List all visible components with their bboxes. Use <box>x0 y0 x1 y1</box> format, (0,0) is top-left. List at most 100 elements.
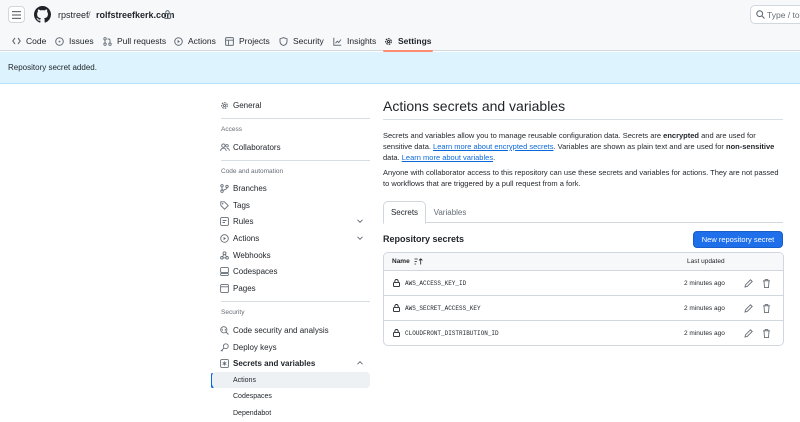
asterisk-icon <box>220 358 229 368</box>
column-name[interactable]: Name <box>392 258 423 265</box>
text: data. <box>383 153 402 162</box>
search-placeholder: Type / to <box>767 10 800 20</box>
pull-request-icon <box>103 36 112 46</box>
tab-label: Pull requests <box>117 36 167 46</box>
codescan-icon <box>220 325 229 335</box>
sidebar-item-code-security[interactable]: Code security and analysis <box>212 322 370 338</box>
issue-icon <box>55 36 64 46</box>
browser-icon <box>220 283 229 293</box>
secret-updated: 2 minutes ago <box>684 305 725 312</box>
app-header: rpstreef / rolfstreefkerk.com Type / to … <box>0 0 800 52</box>
shield-icon <box>279 36 288 46</box>
learn-more-secrets-link[interactable]: Learn more about encrypted secrets <box>433 142 553 151</box>
new-repository-secret-button[interactable]: New repository secret <box>693 231 783 248</box>
lock-icon <box>164 10 171 19</box>
sidebar-item-label: Secrets and variables <box>233 358 316 368</box>
branch-icon <box>220 183 229 193</box>
github-logo-icon[interactable] <box>34 6 51 23</box>
sidebar-divider <box>221 301 370 302</box>
sidebar-heading-security: Security <box>221 309 245 316</box>
bold-text: encrypted <box>663 131 700 140</box>
owner-link[interactable]: rpstreef <box>58 10 89 20</box>
table-row: AWS_ACCESS_KEY_ID 2 minutes ago <box>384 271 783 296</box>
sidebar-item-label: Pages <box>233 283 256 293</box>
sidebar-item-rules[interactable]: Rules <box>212 213 370 229</box>
sidebar-item-tags[interactable]: Tags <box>212 197 370 213</box>
sort-icon <box>414 258 423 265</box>
tab-label: Security <box>293 36 324 46</box>
sidebar-item-label: Webhooks <box>233 250 271 260</box>
secret-updated: 2 minutes ago <box>684 280 725 287</box>
tab-label: Insights <box>347 36 377 46</box>
sidebar-item-secrets-variables[interactable]: Secrets and variables <box>212 355 370 371</box>
sidebar-item-deploy-keys[interactable]: Deploy keys <box>212 339 370 355</box>
chevron-down-icon <box>357 219 363 224</box>
key-icon <box>220 342 229 352</box>
tab-projects[interactable]: Projects <box>225 31 270 51</box>
learn-more-variables-link[interactable]: Learn more about variables <box>402 153 493 162</box>
pencil-icon[interactable] <box>743 303 754 314</box>
search-input[interactable]: Type / to <box>750 5 800 24</box>
breadcrumb-separator: / <box>88 10 91 20</box>
sidebar-item-branches[interactable]: Branches <box>212 180 370 196</box>
tab-actions[interactable]: Actions <box>174 31 216 51</box>
trash-icon[interactable] <box>761 278 772 289</box>
rules-icon <box>220 216 229 226</box>
sidebar-subitem-actions[interactable]: Actions <box>212 372 370 388</box>
secret-name: CLOUDFRONT_DISTRIBUTION_ID <box>405 330 499 337</box>
hamburger-icon <box>12 10 21 19</box>
sidebar-subitem-dependabot[interactable]: Dependabot <box>212 405 370 421</box>
tab-label: Issues <box>69 36 94 46</box>
secret-name: AWS_SECRET_ACCESS_KEY <box>405 305 481 312</box>
chevron-up-icon <box>357 360 363 365</box>
tab-security[interactable]: Security <box>279 31 324 51</box>
tab-secrets[interactable]: Secrets <box>383 201 426 224</box>
tab-label: Projects <box>239 36 270 46</box>
sidebar-item-label: Branches <box>233 183 267 193</box>
search-icon <box>756 10 765 19</box>
tab-variables[interactable]: Variables <box>433 201 467 224</box>
sidebar-divider <box>221 118 370 119</box>
sidebar-item-pages[interactable]: Pages <box>212 280 370 296</box>
sidebar-item-collaborators[interactable]: Collaborators <box>212 139 370 155</box>
text: Secrets and variables allow you to manag… <box>383 131 664 140</box>
pencil-icon[interactable] <box>743 328 754 339</box>
column-last-updated: Last updated <box>687 258 725 265</box>
repo-link[interactable]: rolfstreefkerk.com <box>96 10 175 20</box>
codespaces-icon <box>220 266 229 276</box>
sidebar-item-label: Codespaces <box>233 266 278 276</box>
sidebar-item-label: Rules <box>233 216 254 226</box>
flash-message: Repository secret added. <box>8 63 97 72</box>
sidebar-divider <box>221 160 370 161</box>
sidebar-item-actions[interactable]: Actions <box>212 230 370 246</box>
graph-icon <box>333 37 342 46</box>
sidebar-item-webhooks[interactable]: Webhooks <box>212 247 370 263</box>
trash-icon[interactable] <box>761 328 772 339</box>
secrets-variables-tabs: Secrets Variables <box>383 201 783 224</box>
sidebar-item-label: General <box>233 100 262 110</box>
repo-nav: Code Issues Pull requests Actions Projec… <box>0 31 800 52</box>
pencil-icon[interactable] <box>743 278 754 289</box>
tab-label: Settings <box>398 36 432 46</box>
tab-pull-requests[interactable]: Pull requests <box>103 31 166 51</box>
sidebar-item-codespaces[interactable]: Codespaces <box>212 263 370 279</box>
title-divider <box>383 119 783 120</box>
sidebar-heading-access: Access <box>221 126 242 133</box>
tab-code[interactable]: Code <box>12 31 46 51</box>
sidebar-item-general[interactable]: General <box>212 97 370 113</box>
sidebar-item-label: Tags <box>233 200 250 210</box>
trash-icon[interactable] <box>761 303 772 314</box>
sidebar-subitem-codespaces[interactable]: Codespaces <box>212 388 370 404</box>
sidebar-item-label: Collaborators <box>233 142 281 152</box>
tab-issues[interactable]: Issues <box>55 31 94 51</box>
table-row: CLOUDFRONT_DISTRIBUTION_ID 2 minutes ago <box>384 321 783 345</box>
tab-settings[interactable]: Settings <box>383 31 433 52</box>
gear-icon <box>385 37 392 45</box>
lock-icon <box>393 329 400 337</box>
secret-updated: 2 minutes ago <box>684 330 725 337</box>
menu-button[interactable] <box>8 6 25 23</box>
column-label: Name <box>392 258 410 265</box>
tab-insights[interactable]: Insights <box>333 31 376 51</box>
access-paragraph: Anyone with collaborator access to this … <box>383 168 779 188</box>
chevron-down-icon <box>357 236 363 241</box>
